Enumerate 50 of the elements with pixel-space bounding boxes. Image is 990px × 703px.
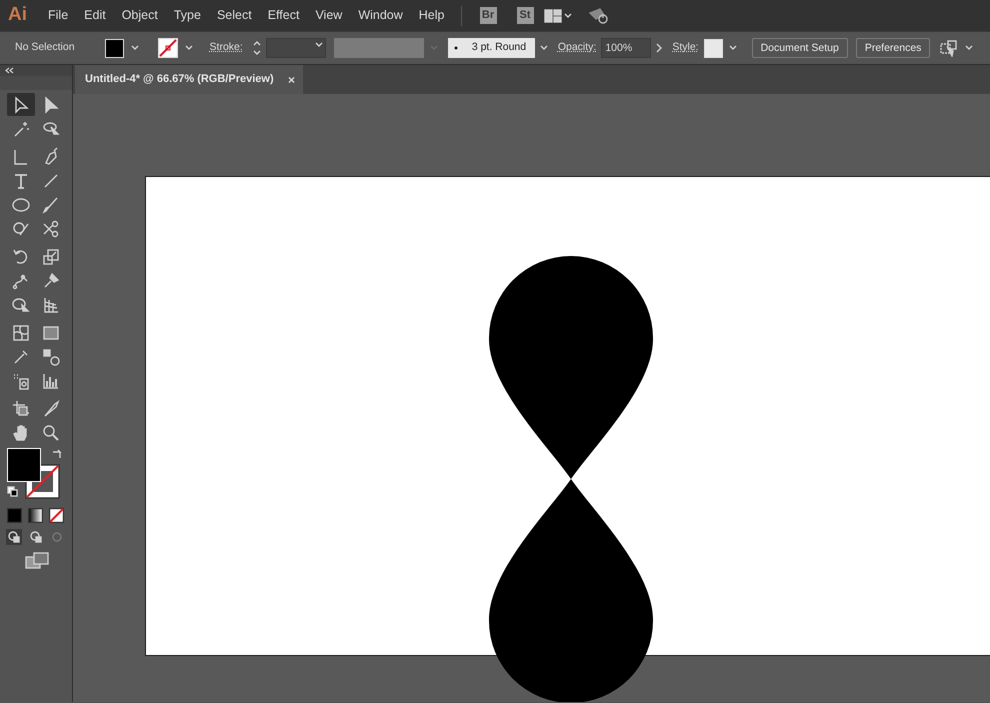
opacity-field[interactable]: 100% [601, 38, 652, 58]
swap-arrows-icon[interactable] [51, 448, 63, 460]
panel-grip[interactable] [0, 76, 72, 90]
none-mode-icon[interactable] [49, 508, 64, 523]
menu-item[interactable]: Type [166, 6, 209, 25]
brush-name: 3 pt. Round [472, 40, 526, 56]
collapse-icon[interactable] [5, 67, 14, 74]
menu-item[interactable]: Help [410, 6, 452, 25]
close-button[interactable]: × [288, 70, 295, 88]
style-label: Style: [672, 40, 699, 56]
stroke-label: Stroke: [210, 40, 243, 56]
blend-icon [41, 346, 61, 366]
app-launch-button[interactable]: St [516, 7, 534, 24]
menu-item[interactable]: Window [350, 6, 411, 25]
menu-item[interactable]: Object [114, 6, 166, 25]
mesh-icon [11, 322, 31, 342]
chevron-right-icon[interactable] [654, 42, 664, 54]
screen-mode-icon[interactable] [25, 552, 49, 570]
style-swatch[interactable] [704, 38, 723, 58]
opacity-label: Opacity: [558, 40, 596, 56]
app-logo: Ai [7, 3, 28, 28]
action-button[interactable]: Preferences [856, 38, 930, 58]
color-mode-icon[interactable] [7, 508, 22, 523]
menu-item[interactable]: Edit [76, 6, 114, 25]
draw-normal-icon[interactable] [6, 529, 22, 545]
stroke-swatch[interactable] [158, 38, 178, 58]
fill-color-swatch[interactable] [7, 448, 41, 482]
scale-icon [41, 246, 61, 266]
document-tab[interactable]: Untitled-4* @ 66.67% (RGB/Preview) × [75, 65, 303, 94]
document-title: Untitled-4* @ 66.67% (RGB/Preview) [85, 72, 274, 88]
dot-icon [454, 46, 458, 50]
transform-icon[interactable] [939, 39, 960, 57]
menu-item[interactable]: Effect [260, 6, 308, 25]
scissors-icon [41, 218, 61, 238]
brush-field[interactable]: 3 pt. Round [448, 38, 535, 58]
action-button[interactable]: Document Setup [752, 38, 848, 58]
stroke-weight-field[interactable] [266, 38, 326, 58]
default-colors-icon[interactable] [7, 486, 19, 498]
zoom-icon [41, 422, 61, 442]
menu-item[interactable]: File [40, 6, 76, 25]
artboard-icon [11, 398, 31, 418]
tool-button[interactable] [7, 93, 35, 116]
menu-item[interactable]: View [307, 6, 350, 25]
workspace-icon[interactable] [544, 8, 562, 22]
gradient-mode-icon[interactable] [28, 508, 43, 523]
menu-item[interactable]: Select [208, 6, 260, 25]
selection-status: No Selection [15, 40, 75, 56]
fill-swatch[interactable] [104, 38, 124, 58]
app-launch-button[interactable]: Br [480, 7, 496, 24]
draw-behind-icon[interactable] [28, 529, 44, 545]
